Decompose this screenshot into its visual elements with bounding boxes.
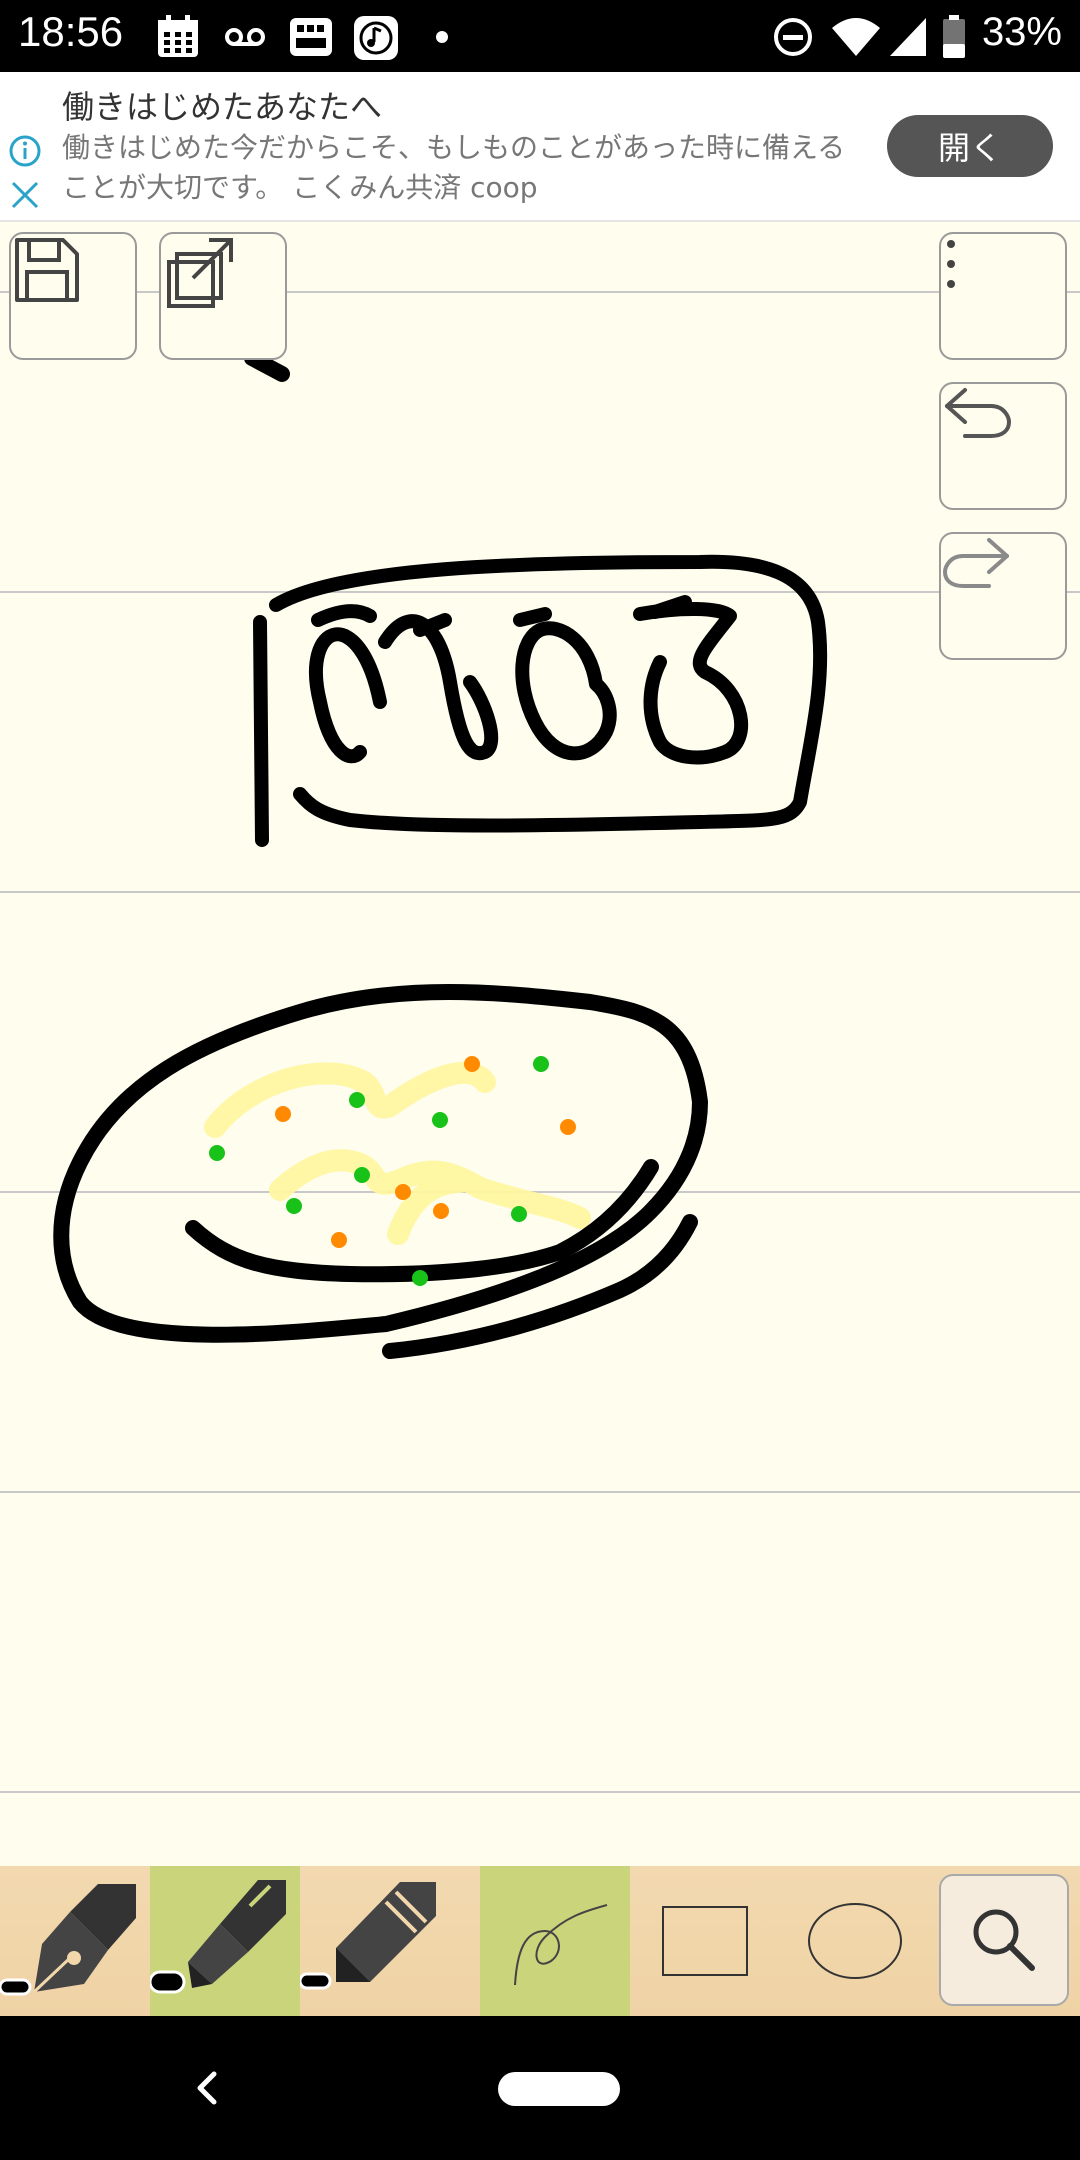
freehand-curve-icon [514,1904,608,1986]
stray-stroke [244,350,290,382]
rectangle-tool[interactable] [630,1866,780,2016]
fountain-pen-tool[interactable] [0,1866,150,2016]
close-icon[interactable] [8,178,42,212]
voicemail-icon [225,28,265,46]
battery-percent: 33% [981,10,1062,54]
drawing-toolbar [0,1866,1080,2016]
rectangle-icon [662,1906,748,1976]
status-bar: 18:56 33% [0,0,1080,72]
drawing-layer[interactable] [0,222,1080,1866]
more-menu-button[interactable] [939,232,1067,360]
undo-button[interactable] [939,382,1067,510]
info-icon[interactable] [8,134,42,168]
battery-icon [943,15,965,58]
ad-banner[interactable]: 働きはじめたあなたへ 働きはじめた今だからこそ、もしものことがあった時に備えるこ… [0,72,1080,222]
marker-tool[interactable] [150,1866,300,2016]
boxed-scribble [253,554,828,847]
search-icon [973,1909,1035,1971]
calendar-icon [158,15,198,57]
wifi-icon [832,18,880,56]
more-menu-icon [947,240,955,288]
back-icon[interactable] [190,2066,224,2110]
ellipse-icon [808,1903,902,1979]
dot-icon [436,31,448,43]
status-time: 18:56 [18,8,124,55]
music-app-icon [354,16,398,60]
home-button[interactable] [498,2072,620,2106]
do-not-disturb-icon [774,18,812,56]
redo-icon [942,538,1009,588]
marker-icon [150,1880,286,1994]
zoom-search-button[interactable] [939,1874,1069,2006]
share-export-icon [167,238,233,308]
ellipse-tool[interactable] [780,1866,930,2016]
ruled-lines [0,291,1080,1793]
pencil-icon [300,1882,436,1990]
rakuma-app-icon [290,18,332,56]
fountain-pen-icon [0,1884,136,1996]
save-button[interactable] [9,232,137,360]
ad-title[interactable]: 働きはじめたあなたへ [62,82,382,128]
export-button[interactable] [159,232,287,360]
navigation-bar [0,2016,1080,2160]
redo-button[interactable] [939,532,1067,660]
ad-open-button[interactable]: 開く [887,115,1053,177]
pencil-tool[interactable] [300,1866,450,2016]
undo-icon [945,388,1012,438]
freehand-curve-tool[interactable] [480,1866,630,2016]
save-icon [15,238,79,302]
drawing-canvas[interactable] [0,222,1080,1866]
ad-description[interactable]: 働きはじめた今だからこそ、もしものことがあった時に備えることが大切です。 こくみ… [62,128,862,208]
cellular-icon [890,18,926,56]
